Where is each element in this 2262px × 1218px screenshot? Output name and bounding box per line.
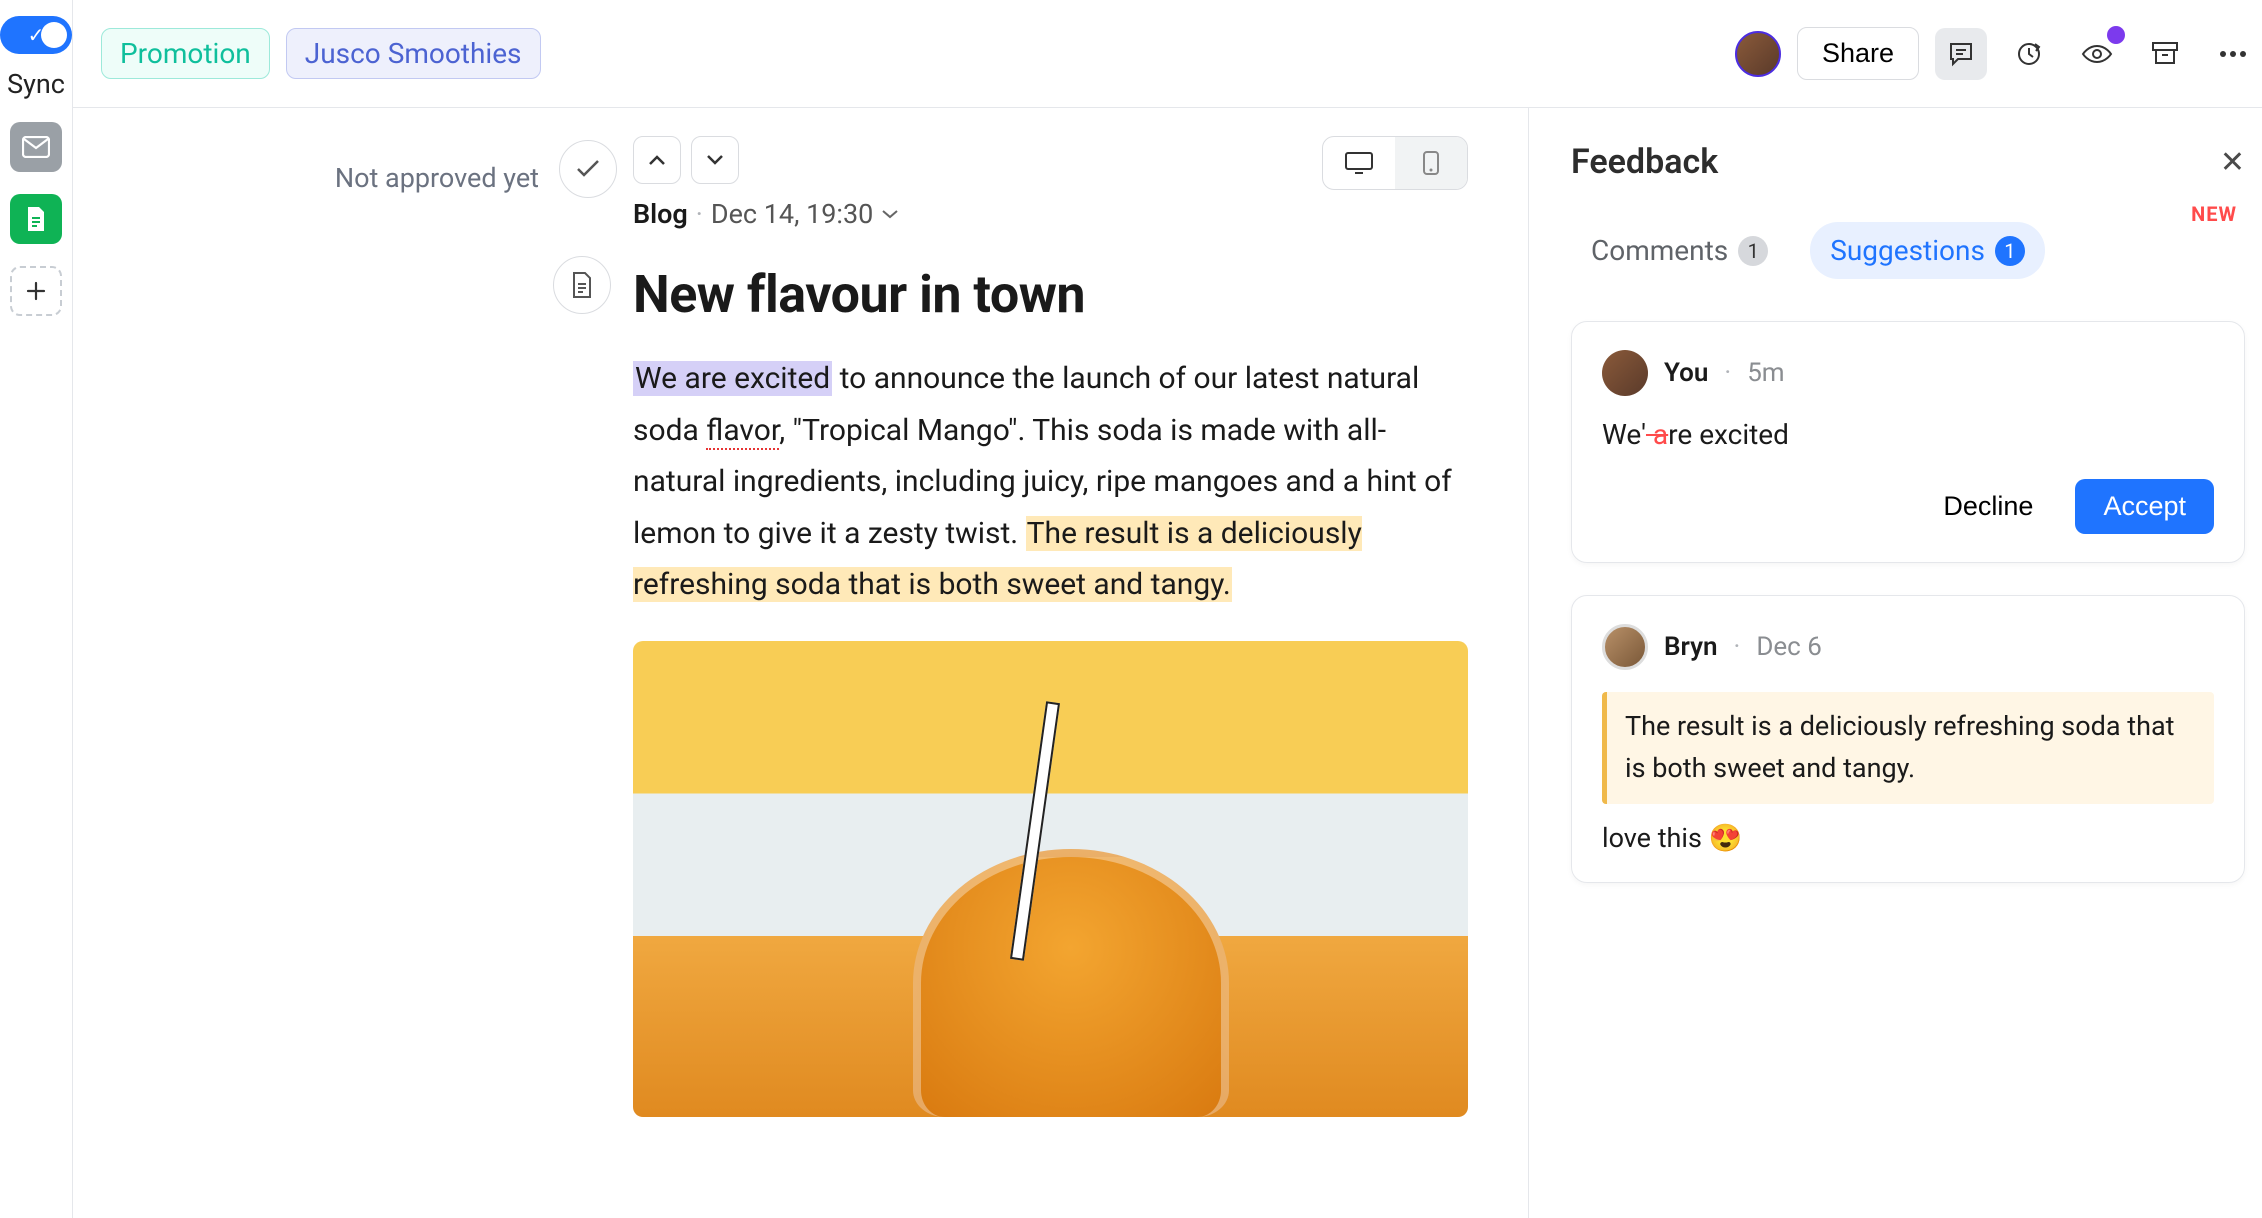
suggestion-time: 5m: [1747, 358, 1784, 388]
tag-promotion[interactable]: Promotion: [101, 28, 270, 79]
user-avatar[interactable]: [1735, 31, 1781, 77]
sync-label: Sync: [7, 68, 65, 100]
tab-suggestions-label: Suggestions: [1830, 234, 1985, 267]
document-type-icon[interactable]: [553, 256, 611, 314]
comment-text: love this 😍: [1602, 822, 2214, 854]
post-datetime: Dec 14, 19:30: [711, 198, 873, 230]
tab-comments-label: Comments: [1591, 234, 1728, 267]
suggestions-count: 1: [1995, 236, 2025, 266]
view-toggle[interactable]: [1322, 136, 1468, 190]
tab-comments[interactable]: Comments 1: [1571, 222, 1788, 279]
tag-brand[interactable]: Jusco Smoothies: [286, 28, 541, 79]
share-button[interactable]: Share: [1797, 27, 1919, 80]
preview-icon[interactable]: [2071, 28, 2123, 80]
desktop-view-icon[interactable]: [1323, 137, 1395, 189]
comments-count: 1: [1738, 236, 1768, 266]
highlight-suggestion[interactable]: We are excited: [633, 361, 832, 396]
approval-status: Not approved yet: [335, 162, 539, 194]
post-image[interactable]: [633, 641, 1468, 1117]
tab-suggestions[interactable]: Suggestions 1: [1810, 222, 2045, 279]
toggle-knob: [41, 22, 67, 48]
doc-icon[interactable]: [10, 194, 62, 244]
close-icon[interactable]: ✕: [2220, 145, 2245, 180]
post-title[interactable]: New flavour in town: [633, 264, 1468, 325]
approve-check-button[interactable]: [559, 140, 617, 198]
mail-icon[interactable]: [10, 122, 62, 172]
avatar-you: [1602, 350, 1648, 396]
comment-quote: The result is a deliciously refreshing s…: [1602, 692, 2214, 804]
accept-button[interactable]: Accept: [2075, 479, 2214, 534]
history-icon[interactable]: [2003, 28, 2055, 80]
more-icon[interactable]: [2207, 28, 2259, 80]
post-meta[interactable]: Blog · Dec 14, 19:30: [633, 198, 1468, 230]
spellcheck-word[interactable]: flavor: [706, 413, 779, 450]
nav-up-button[interactable]: [633, 136, 681, 184]
suggestion-card: You · 5m We' are excited Decline Accept: [1571, 321, 2245, 563]
comment-author: Bryn: [1664, 632, 1718, 662]
post-body[interactable]: We are excited to announce the launch of…: [633, 353, 1468, 611]
mobile-view-icon[interactable]: [1395, 137, 1467, 189]
panel-title: Feedback: [1571, 142, 1718, 182]
post-category: Blog: [633, 198, 688, 230]
sync-toggle[interactable]: ✓: [0, 16, 72, 54]
comment-card: Bryn · Dec 6 The result is a deliciously…: [1571, 595, 2245, 883]
archive-icon[interactable]: [2139, 28, 2191, 80]
nav-down-button[interactable]: [691, 136, 739, 184]
chevron-down-icon: [881, 208, 899, 220]
comments-icon[interactable]: [1935, 28, 1987, 80]
new-badge: NEW: [2191, 202, 2237, 226]
add-button[interactable]: [10, 266, 62, 316]
comment-time: Dec 6: [1756, 632, 1822, 662]
suggestion-author: You: [1664, 358, 1708, 388]
avatar-bryn: [1602, 624, 1648, 670]
straw-graphic: [1010, 701, 1060, 960]
suggestion-text: We' are excited: [1602, 418, 2214, 451]
decline-button[interactable]: Decline: [1921, 479, 2055, 534]
